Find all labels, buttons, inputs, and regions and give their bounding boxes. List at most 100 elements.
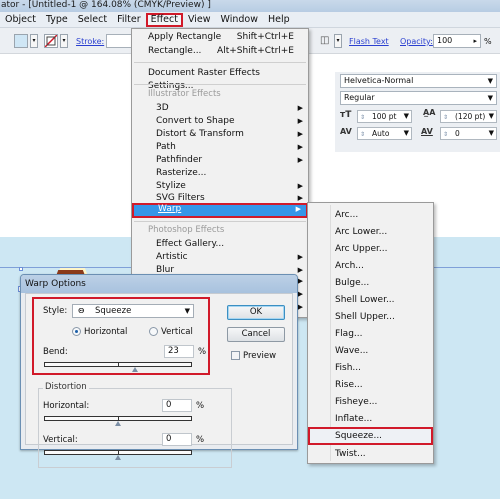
font-size-icon: ᴛT bbox=[340, 110, 352, 120]
horizontal-distortion-unit: % bbox=[196, 401, 205, 411]
menu-filter[interactable]: Filter bbox=[112, 13, 146, 27]
submenu-arrow-icon: ▶ bbox=[297, 117, 303, 125]
menu-item-label: Warp bbox=[158, 204, 182, 214]
menu-window[interactable]: Window bbox=[216, 13, 263, 27]
character-panel: Helvetica-Normal ▼ Regular ▼ ᴛT ⇕ 100 pt… bbox=[335, 72, 500, 152]
selection-handle[interactable] bbox=[19, 267, 23, 271]
menu-separator bbox=[134, 62, 306, 63]
tracking-input[interactable]: ⇕ 0 ▼ bbox=[440, 127, 497, 140]
horizontal-distortion-input[interactable]: 0 bbox=[162, 399, 192, 412]
spinner-icon[interactable]: ⇕ bbox=[443, 129, 448, 140]
preview-checkbox[interactable] bbox=[231, 351, 240, 360]
menu-select[interactable]: Select bbox=[73, 13, 112, 27]
menu-item-apply-rectangle[interactable]: Apply Rectangle Shift+Ctrl+E bbox=[132, 31, 308, 44]
chevron-down-icon: ▼ bbox=[487, 77, 493, 85]
kerning-input[interactable]: ⇕ Auto ▼ bbox=[357, 127, 412, 140]
menu-item-path[interactable]: Path ▶ bbox=[132, 141, 308, 154]
envelope-icon[interactable]: ◫ bbox=[320, 35, 329, 46]
style-select[interactable]: ꙫ Squeeze ▼ bbox=[72, 304, 194, 318]
stroke-weight-input[interactable] bbox=[106, 34, 132, 48]
menu-help[interactable]: Help bbox=[263, 13, 295, 27]
menu-item-pathfinder[interactable]: Pathfinder ▶ bbox=[132, 154, 308, 167]
bend-slider-thumb[interactable] bbox=[132, 367, 139, 372]
chevron-down-icon[interactable]: ▼ bbox=[489, 128, 494, 139]
distortion-label: Distortion bbox=[43, 382, 89, 392]
menubar: Object Type Select Filter Effect View Wi… bbox=[0, 12, 500, 28]
warp-item-twist[interactable]: Twist... bbox=[308, 444, 433, 464]
spinner-icon[interactable]: ⇕ bbox=[360, 129, 365, 140]
menu-item-label: Artistic bbox=[156, 252, 188, 262]
vertical-distortion-thumb[interactable] bbox=[115, 455, 121, 460]
horizontal-radio[interactable] bbox=[72, 327, 81, 336]
submenu-arrow-icon: ▶ bbox=[295, 205, 301, 213]
menu-item-rectangle[interactable]: Rectangle... Alt+Shift+Ctrl+E bbox=[132, 45, 308, 58]
vertical-distortion-input[interactable]: 0 bbox=[162, 433, 192, 446]
spinner-icon[interactable]: ⇕ bbox=[360, 112, 365, 123]
menu-item-rasterize[interactable]: Rasterize... bbox=[132, 167, 308, 180]
vertical-distortion-unit: % bbox=[196, 435, 205, 445]
bend-label: Bend: bbox=[43, 347, 68, 357]
submenu-arrow-icon: ▶ bbox=[297, 266, 303, 274]
menu-type[interactable]: Type bbox=[41, 13, 73, 27]
flash-text-link[interactable]: Flash Text bbox=[349, 37, 389, 46]
chevron-down-icon[interactable]: ▼ bbox=[404, 111, 409, 122]
warp-item-squeeze[interactable]: Squeeze... bbox=[308, 427, 433, 445]
dialog-title[interactable]: Warp Options bbox=[21, 275, 297, 293]
ok-button[interactable]: OK bbox=[227, 305, 285, 320]
fill-dropdown[interactable]: ▾ bbox=[30, 34, 38, 48]
menu-item-label: Effect Gallery... bbox=[156, 239, 225, 249]
squeeze-style-icon: ꙫ bbox=[78, 306, 85, 316]
font-size-value: 100 pt bbox=[372, 112, 397, 121]
menu-item-artistic[interactable]: Artistic ▶ bbox=[132, 251, 308, 264]
submenu-arrow-icon: ▶ bbox=[297, 277, 303, 285]
opacity-label[interactable]: Opacity: bbox=[400, 37, 433, 46]
bend-input[interactable]: 23 bbox=[164, 345, 194, 358]
warp-item-inflate[interactable]: Inflate... bbox=[308, 409, 433, 429]
horizontal-radio-label[interactable]: Horizontal bbox=[84, 327, 127, 337]
menu-view[interactable]: View bbox=[183, 13, 216, 27]
leading-input[interactable]: ⇕ (120 pt) ▼ bbox=[440, 110, 497, 123]
font-size-input[interactable]: ⇕ 100 pt ▼ bbox=[357, 110, 412, 123]
menu-item-label: Apply Rectangle bbox=[148, 32, 222, 42]
kerning-icon: AV bbox=[340, 127, 352, 136]
stroke-swatch[interactable] bbox=[44, 34, 58, 48]
menu-item-label: SVG Filters bbox=[156, 193, 205, 203]
opacity-arrow-icon[interactable]: ▸ bbox=[473, 35, 477, 47]
chevron-down-icon[interactable]: ▼ bbox=[404, 128, 409, 139]
menu-object[interactable]: Object bbox=[0, 13, 41, 27]
style-value: Squeeze bbox=[95, 306, 132, 316]
menu-item-label: Convert to Shape bbox=[156, 116, 235, 126]
font-family-select[interactable]: Helvetica-Normal ▼ bbox=[340, 74, 497, 88]
menu-item-distort-transform[interactable]: Distort & Transform ▶ bbox=[132, 128, 308, 141]
style-label: Style: bbox=[43, 306, 68, 316]
menu-item-label: Distort & Transform bbox=[156, 129, 244, 139]
vertical-distortion-label: Vertical: bbox=[43, 435, 78, 445]
chevron-down-icon: ▼ bbox=[487, 94, 493, 102]
submenu-arrow-icon: ▶ bbox=[297, 290, 303, 298]
window-title: ator - [Untitled-1 @ 164.08% (CMYK/Previ… bbox=[0, 0, 500, 12]
submenu-arrow-icon: ▶ bbox=[297, 104, 303, 112]
cancel-button[interactable]: Cancel bbox=[227, 327, 285, 342]
menu-effect[interactable]: Effect bbox=[145, 12, 183, 27]
stroke-label[interactable]: Stroke: bbox=[76, 37, 104, 46]
spinner-icon[interactable]: ⇕ bbox=[443, 112, 448, 123]
envelope-dropdown[interactable]: ▾ bbox=[334, 34, 342, 48]
horizontal-distortion-thumb[interactable] bbox=[115, 421, 121, 426]
menu-item-label: 3D bbox=[156, 103, 169, 113]
menu-separator bbox=[134, 221, 306, 222]
menu-item-warp[interactable]: Warp ▶ bbox=[132, 203, 308, 218]
opacity-input[interactable]: 100 ▸ bbox=[433, 34, 481, 48]
stroke-dropdown[interactable]: ▾ bbox=[60, 34, 68, 48]
chevron-down-icon[interactable]: ▼ bbox=[489, 111, 494, 122]
bend-slider[interactable] bbox=[44, 362, 192, 367]
menu-item-convert-to-shape[interactable]: Convert to Shape ▶ bbox=[132, 115, 308, 128]
fill-swatch[interactable] bbox=[14, 34, 28, 48]
vertical-radio[interactable] bbox=[149, 327, 158, 336]
font-style-select[interactable]: Regular ▼ bbox=[340, 91, 497, 105]
menu-item-3d[interactable]: 3D ▶ bbox=[132, 102, 308, 115]
preview-label[interactable]: Preview bbox=[243, 351, 276, 361]
menu-item-document-raster-settings[interactable]: Document Raster Effects Settings... bbox=[132, 67, 308, 91]
vertical-radio-label[interactable]: Vertical bbox=[161, 327, 193, 337]
menu-item-effect-gallery[interactable]: Effect Gallery... bbox=[132, 238, 308, 251]
warp-submenu: Arc... Arc Lower... Arc Upper... Arch...… bbox=[307, 202, 434, 464]
